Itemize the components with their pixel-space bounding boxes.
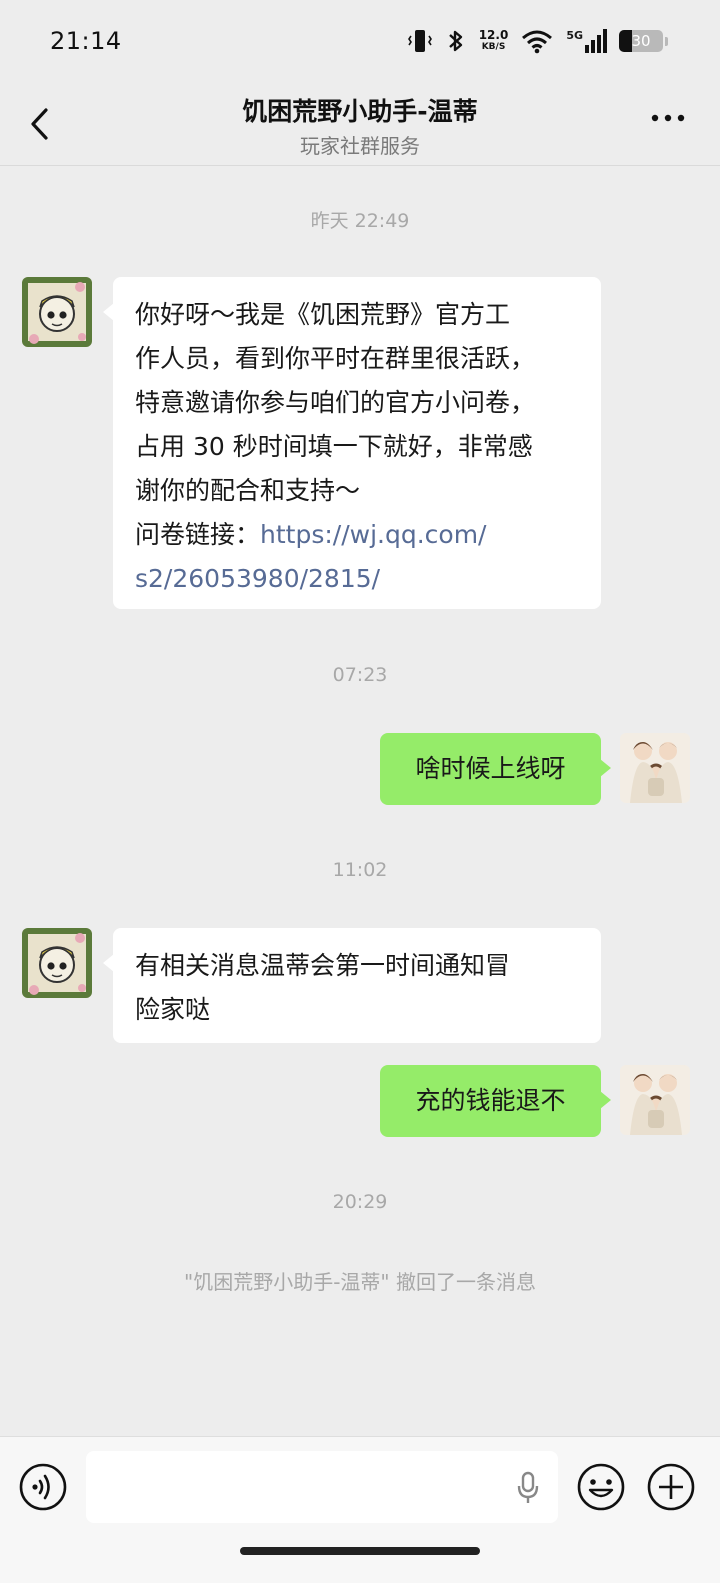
incoming-message-bubble[interactable]: 有相关消息温蒂会第一时间通知冒 险家哒 <box>103 928 601 1043</box>
wifi-icon <box>522 30 553 54</box>
message-text: 充的钱能退不 <box>415 1086 566 1115</box>
more-dots-icon[interactable] <box>650 112 686 124</box>
chat-subtitle: 玩家社群服务 <box>300 134 420 158</box>
chat-header: 饥困荒野小助手-温蒂 玩家社群服务 <box>0 82 720 166</box>
microphone-icon[interactable] <box>516 1471 540 1505</box>
outgoing-message-bubble[interactable]: 充的钱能退不 <box>380 1065 611 1137</box>
wendy-avatar[interactable] <box>22 277 92 347</box>
my-avatar[interactable] <box>620 1065 690 1135</box>
status-bar: 21:14 12.0 KB/S 5G 30 <box>0 0 720 82</box>
status-time: 21:14 <box>50 27 122 55</box>
message-line: 特意邀请你参与咱们的官方小问卷， <box>135 388 536 417</box>
vibrate-icon <box>407 30 432 52</box>
chat-title: 饥困荒野小助手-温蒂 <box>242 97 478 126</box>
timestamp: 昨天 22:49 <box>310 210 410 232</box>
net-speed: 12.0 KB/S <box>478 28 509 52</box>
plus-icon[interactable] <box>646 1462 696 1512</box>
message-line: 作人员，看到你平时在群里很活跃， <box>135 344 536 373</box>
voice-icon[interactable] <box>18 1462 68 1512</box>
status-icons: 12.0 KB/S 5G 30 <box>407 28 668 54</box>
timestamp: 07:23 <box>332 664 388 686</box>
message-input[interactable] <box>86 1451 558 1523</box>
message-text: 啥时候上线呀 <box>415 754 566 783</box>
wendy-avatar[interactable] <box>22 928 92 998</box>
bluetooth-icon <box>448 30 462 52</box>
message-line: 谢你的配合和支持～ <box>135 476 361 505</box>
my-avatar[interactable] <box>620 733 690 803</box>
input-bar <box>0 1436 720 1583</box>
timestamp: 20:29 <box>332 1191 388 1213</box>
message-line: 险家哒 <box>135 995 211 1024</box>
battery-tip <box>665 36 668 46</box>
message-line: 你好呀～我是《饥困荒野》官方工 <box>135 300 511 329</box>
incoming-message-bubble[interactable]: 你好呀～我是《饥困荒野》官方工 作人员，看到你平时在群里很活跃， 特意邀请你参与… <box>103 277 601 609</box>
message-line: 问卷链接：https://wj.qq.com/ <box>135 513 579 557</box>
battery-icon: 30 <box>619 30 663 52</box>
message-line: 有相关消息温蒂会第一时间通知冒 <box>135 951 511 980</box>
emoji-icon[interactable] <box>576 1462 626 1512</box>
outgoing-message-bubble[interactable]: 啥时候上线呀 <box>380 733 611 805</box>
link-prefix: 问卷链接： <box>135 520 261 549</box>
recall-notice: "饥困荒野小助手-温蒂" 撤回了一条消息 <box>184 1270 536 1294</box>
cell-signal-icon: 5G <box>566 29 607 53</box>
survey-link[interactable]: https://wj.qq.com/ <box>260 520 486 549</box>
message-line: 占用 30 秒时间填一下就好，非常感 <box>135 432 533 461</box>
timestamp: 11:02 <box>332 859 388 881</box>
survey-link-continued[interactable]: s2/26053980/2815/ <box>135 557 579 601</box>
home-indicator[interactable] <box>240 1547 480 1555</box>
